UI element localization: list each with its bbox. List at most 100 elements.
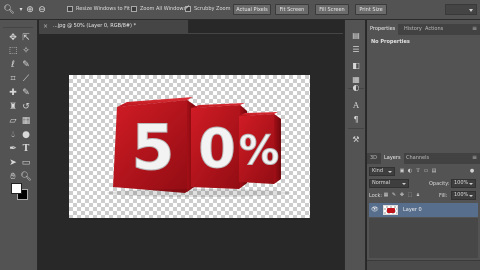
gradient-tool-icon[interactable]: ▦ [20,115,32,127]
layer-filter-row: Kind ▣ ◐ T ▭ ▤ ● [369,166,478,177]
zoom-out-icon[interactable]: ⊖ [36,4,48,16]
magic-wand-tool-icon[interactable]: ✧ [20,45,32,57]
blend-mode-value: Normal [372,180,391,186]
eyedropper-tool-icon[interactable]: ⟋ [20,73,32,85]
fill-screen-button[interactable]: Fill Screen [315,4,349,15]
zoom-all-windows-label: Zoom All Windows [140,6,187,12]
image-canvas[interactable]: 5 0 % [69,75,310,218]
move-tool-icon[interactable]: ✥ [7,32,19,44]
tab-strip-divider [39,33,343,34]
scrubby-zoom-label: Scrubby Zoom [194,6,231,12]
print-size-button[interactable]: Print Size [355,4,387,15]
tools-panel: ✥ ⇱ ⬚ ✧ ℓ ✎ ⌗ ⟋ ✚ ✎ ♜ ↺ ▱ ▦ 💧︎ ● ✒ T ➤ ▭… [0,20,38,270]
blend-opacity-row: Normal Opacity: 100% [369,178,478,189]
right-panels: Properties History Actions ≡ No Properti… [367,20,480,270]
history-brush-tool-icon[interactable]: ↺ [20,101,32,113]
filter-kind-select[interactable]: Kind [369,167,395,176]
document-area: × ...jpg @ 50% (Layer 0, RGB/8#) * 5 0 % [39,20,343,270]
blend-mode-select[interactable]: Normal [369,179,409,188]
opacity-label: Opacity: [429,181,450,187]
adjustment-filter-icon[interactable]: ◐ [407,168,413,174]
zoom-in-icon[interactable]: ⊕ [24,4,36,16]
dock-divider-2 [348,128,364,129]
paragraph-panel-icon[interactable]: ¶ [350,114,362,126]
resize-windows-checkbox[interactable] [67,6,73,12]
opacity-input[interactable]: 100% [451,179,476,188]
adjustments-panel-icon[interactable]: ◐ [350,82,362,94]
layers-panel-menu-icon[interactable]: ≡ [472,155,477,161]
artboard-tool-icon[interactable]: ⇱ [20,32,32,44]
tab-actions[interactable]: Actions [422,24,446,35]
layers-bottom-bar [367,260,480,270]
blur-tool-icon[interactable]: 💧︎ [7,129,19,141]
document-tab[interactable]: × ...jpg @ 50% (Layer 0, RGB/8#) * [39,20,189,33]
crop-tool-icon[interactable]: ⌗ [7,73,19,85]
lock-image-icon[interactable]: ✎ [391,192,397,198]
layer-name: Layer 0 [403,207,422,213]
properties-empty-text: No Properties [371,39,410,45]
foreground-color-swatch[interactable] [11,183,22,194]
tool-presets-panel-icon[interactable]: ⚒ [350,134,362,146]
collapsed-panel-dock: ▤ ☰ ◧ ▦ ◐ A ¶ ⚒ [344,20,366,270]
properties-panel-tabs: Properties History Actions ≡ [367,24,480,35]
brush-tool-icon[interactable]: ✎ [20,87,32,99]
type-tool-icon[interactable]: T [20,143,32,155]
eraser-tool-icon[interactable]: ▱ [7,115,19,127]
lasso-tool-icon[interactable]: ℓ [7,59,19,71]
layer-thumbnail-content [387,208,395,213]
layers-panel-tabs: 3D Layers Channels ≡ [367,153,480,164]
close-tab-icon[interactable]: × [43,20,48,33]
scrubby-zoom-checkbox[interactable] [185,4,191,12]
tab-properties[interactable]: Properties [367,24,399,35]
zoom-tool-icon[interactable]: 🔍︎ [3,4,15,16]
document-tab-title: ...jpg @ 50% (Layer 0, RGB/8#) * [53,23,137,29]
opacity-value: 100% [454,180,469,186]
fit-screen-button[interactable]: Fit Screen [275,4,309,15]
lock-artboard-icon[interactable]: ⬚ [407,192,413,198]
color-panel-icon[interactable]: ◧ [350,60,362,72]
percent-sign: % [239,128,279,174]
fill-input[interactable]: 100% [451,191,476,200]
healing-brush-tool-icon[interactable]: ✚ [7,87,19,99]
pixel-filter-icon[interactable]: ▣ [399,168,405,174]
shape-filter-icon[interactable]: ▭ [423,168,429,174]
properties-panel-icon[interactable]: ☰ [350,44,362,56]
fill-label: Fill: [439,193,448,199]
hand-tool-icon[interactable]: ✋︎ [7,171,19,183]
history-panel-icon[interactable]: ▤ [350,30,362,42]
marquee-tool-icon[interactable]: ⬚ [7,45,19,57]
tab-3d[interactable]: 3D [367,153,380,164]
character-panel-icon[interactable]: A [350,100,362,112]
tab-channels[interactable]: Channels [403,153,432,164]
digit-five: 5 [131,111,174,184]
clone-stamp-tool-icon[interactable]: ♜ [7,101,19,113]
visibility-eye-icon[interactable]: 👁︎ [371,206,379,213]
smart-object-filter-icon[interactable]: ▤ [431,168,437,174]
options-bar: 🔍︎ ▾ ⊕ ⊖ Resize Windows to Fit Zoom All … [0,0,480,20]
lock-fill-row: Lock: ▦ ✎ ✥ ⬚ 🔒︎ Fill: 100% [369,190,478,201]
panel-menu-icon[interactable]: ≡ [472,26,477,32]
layer-thumbnail [383,205,398,215]
quick-select-tool-icon[interactable]: ✎ [20,59,32,71]
rectangle-tool-icon[interactable]: ▭ [20,157,32,169]
lock-position-icon[interactable]: ✥ [399,192,405,198]
artwork-50-percent: 5 0 % [107,97,291,197]
filter-toggle-icon[interactable]: ● [469,168,475,174]
fill-value: 100% [454,192,469,198]
dodge-tool-icon[interactable]: ● [20,129,32,141]
digit-zero: 0 [198,117,236,180]
tools-panel-grip[interactable] [3,22,33,28]
lock-transparent-icon[interactable]: ▦ [383,192,389,198]
tab-layers[interactable]: Layers [381,153,404,164]
zoom-tool-icon[interactable]: 🔍︎ [20,171,32,183]
pen-tool-icon[interactable]: ✒ [7,143,19,155]
layer-row[interactable]: 👁︎ Layer 0 [369,203,478,217]
path-selection-tool-icon[interactable]: ➤ [7,157,19,169]
zoom-all-windows-checkbox[interactable] [131,6,137,12]
resize-windows-label: Resize Windows to Fit [76,6,130,12]
type-filter-icon[interactable]: T [415,168,421,174]
actual-pixels-button[interactable]: Actual Pixels [233,4,271,15]
workspace-switcher[interactable] [445,4,477,15]
layers-list-empty-area [369,218,478,258]
lock-all-icon[interactable]: 🔒︎ [415,192,421,198]
